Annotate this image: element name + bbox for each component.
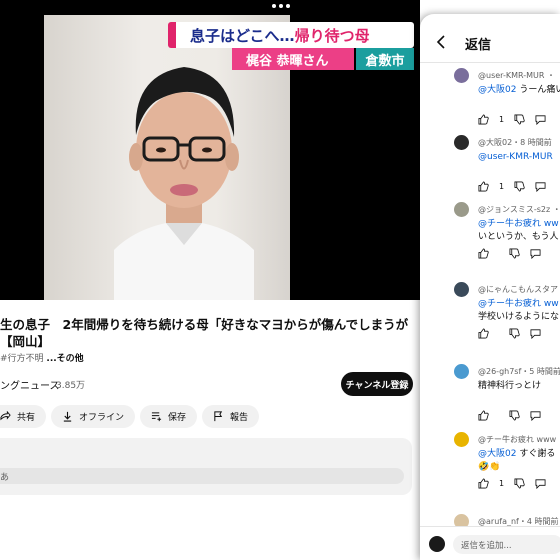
reply-comment: @大阪02・8 時間前 @user-KMR-MUR 1 (420, 135, 560, 201)
subscribe-button[interactable]: チャンネル登録 (341, 372, 413, 396)
thumbs-down-icon[interactable] (509, 328, 520, 339)
thumbs-up-icon[interactable] (478, 248, 489, 259)
divider (420, 62, 560, 63)
report-button[interactable]: 報告 (202, 405, 260, 428)
back-arrow-icon[interactable] (434, 34, 448, 50)
comment-actions: 1 (478, 181, 546, 192)
like-count: 1 (499, 115, 505, 124)
thumbs-up-icon[interactable] (478, 478, 489, 489)
commenter-avatar[interactable] (454, 135, 469, 150)
reply-comment: @にゃんこもんスタア @チー牛お疲れ ww 学校いけるようにな (420, 282, 560, 348)
like-count: 1 (499, 182, 505, 191)
reply-comment: @チー牛お疲れ www ・ @大阪02 すぐ謝る 🤣👏 1 (420, 432, 560, 498)
report-icon (214, 411, 223, 422)
commenter-avatar[interactable] (454, 68, 469, 83)
caption-place: 倉敷市 (356, 48, 414, 70)
comment-author[interactable]: @大阪02・8 時間前 (478, 137, 552, 148)
comment-author[interactable]: @user-KMR-MUR ・ (478, 70, 555, 81)
more-dots-icon[interactable] (272, 4, 290, 8)
comment-body-line2: 学校いけるようにな (478, 312, 560, 322)
panel-title: 返信 (465, 38, 492, 53)
reply-box: 返信を追加... (420, 526, 560, 560)
comment-text: @チー牛お疲れ ww いというか、もう人 (478, 218, 559, 244)
replies-panel: 返信 @user-KMR-MUR ・ @大阪02 うーん痛い 1 @大阪02・8 時間… (420, 14, 560, 560)
comment-text: @大阪02 すぐ謝る 🤣👏 (478, 448, 555, 474)
subscriber-count: 3.85万 (56, 381, 86, 391)
thumbs-down-icon[interactable] (514, 114, 525, 125)
like-count: 1 (499, 479, 505, 488)
comment-author[interactable]: @26-gh7sf・5 時間前 (478, 366, 560, 377)
comment-author[interactable]: @ジョンスミス-s2z ・ (478, 204, 560, 215)
reply-input[interactable]: 返信を追加... (453, 535, 560, 554)
comment-body: 精神科行っとけ (478, 381, 542, 391)
channel-name[interactable]: ングニュース (0, 377, 60, 392)
more-link[interactable]: ...その他 (46, 354, 83, 364)
comment-author[interactable]: @チー牛お疲れ www ・ (478, 434, 560, 445)
thumbs-up-icon[interactable] (478, 328, 489, 339)
comment-text: @user-KMR-MUR (478, 151, 553, 164)
reply-comment: @26-gh7sf・5 時間前 精神科行っとけ (420, 364, 560, 430)
my-avatar (429, 536, 445, 552)
comment-mention[interactable]: @user-KMR-MUR (478, 152, 553, 162)
reply-icon[interactable] (530, 328, 541, 339)
panel-header: 返信 (420, 14, 560, 62)
video-title: 生の息子 2年間帰りを待ち続ける母「好きなマヨからが傷んでしまうが 早 【岡山】 (0, 317, 412, 349)
thumbs-down-icon[interactable] (514, 478, 525, 489)
reply-comment: @user-KMR-MUR ・ @大阪02 うーん痛い 1 (420, 68, 560, 134)
thumbs-down-icon[interactable] (514, 181, 525, 192)
reply-comment: @ジョンスミス-s2z ・ @チー牛お疲れ ww いというか、もう人 (420, 202, 560, 268)
commenter-avatar[interactable] (454, 364, 469, 379)
comment-body: すぐ謝る (516, 449, 556, 459)
video-player[interactable]: 息子はどこへ… 帰り待つ母 梶谷 恭暉さん 倉敷市 (0, 0, 420, 300)
comment-text: @大阪02 うーん痛い (478, 84, 560, 97)
comment-mention[interactable]: @大阪02 (478, 85, 516, 95)
hashtag[interactable]: #行方不明 (0, 354, 44, 364)
caption-name: 梶谷 恭暉さん (232, 48, 354, 70)
action-bar: 共有 オフライン 保存 報告 (0, 405, 260, 428)
reply-icon[interactable] (535, 181, 546, 192)
video-meta[interactable]: #行方不明 ...その他 (0, 351, 84, 364)
commenter-avatar[interactable] (454, 202, 469, 217)
commenter-avatar[interactable] (454, 432, 469, 447)
comment-actions: 1 (478, 478, 546, 489)
comment-body-line2: いというか、もう人 (478, 232, 559, 242)
comment-mention[interactable]: @チー牛お疲れ ww (478, 219, 559, 229)
comment-preview[interactable]: あ (0, 468, 404, 484)
comment-body-line2: 🤣👏 (478, 462, 501, 472)
share-label: 共有 (17, 413, 36, 423)
thumbs-up-icon[interactable] (478, 114, 489, 125)
comment-text: @チー牛お疲れ ww 学校いけるようにな (478, 298, 559, 324)
share-button[interactable]: 共有 (0, 405, 47, 428)
reply-icon[interactable] (530, 248, 541, 259)
commenter-avatar[interactable] (454, 282, 469, 297)
thumbs-down-icon[interactable] (509, 410, 520, 421)
comment-actions (478, 328, 541, 339)
person-image (114, 67, 254, 300)
offline-button[interactable]: オフライン (51, 405, 136, 428)
comment-actions: 1 (478, 114, 546, 125)
save-icon (151, 412, 162, 422)
caption-headline: 息子はどこへ… 帰り待つ母 (168, 22, 414, 48)
comment-author[interactable]: @にゃんこもんスタア (478, 284, 558, 295)
comment-text: 精神科行っとけ (478, 380, 541, 393)
download-icon (63, 411, 72, 422)
share-icon (0, 411, 11, 421)
reply-icon[interactable] (530, 410, 541, 421)
thumbs-up-icon[interactable] (478, 181, 489, 192)
comment-body: うーん痛い (516, 85, 560, 95)
offline-label: オフライン (79, 413, 125, 423)
reply-icon[interactable] (535, 114, 546, 125)
report-label: 報告 (230, 413, 249, 423)
thumbs-down-icon[interactable] (509, 248, 520, 259)
comment-actions (478, 410, 541, 421)
save-button[interactable]: 保存 (140, 405, 198, 428)
thumbs-up-icon[interactable] (478, 410, 489, 421)
comment-actions (478, 248, 541, 259)
comment-mention[interactable]: @大阪02 (478, 449, 516, 459)
save-label: 保存 (168, 413, 187, 423)
reply-icon[interactable] (535, 478, 546, 489)
comment-mention[interactable]: @チー牛お疲れ ww (478, 299, 559, 309)
comments-section[interactable]: あ (0, 438, 412, 495)
